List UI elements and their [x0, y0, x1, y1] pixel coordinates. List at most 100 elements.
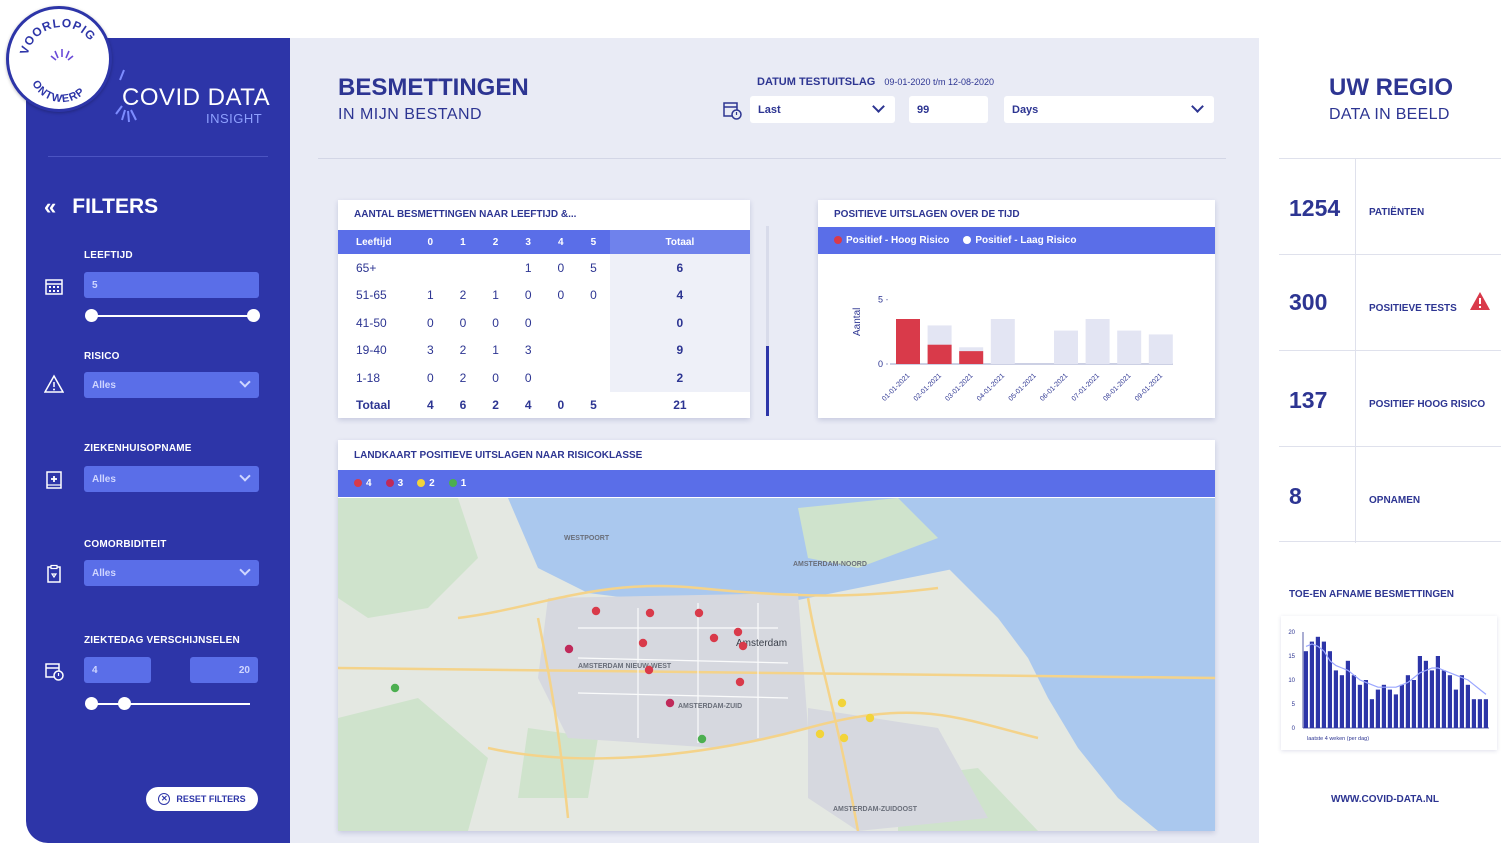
map-place-label: WESTPOORT — [564, 535, 610, 542]
map-legend: 4 3 2 1 — [338, 470, 1215, 497]
x-tick-label: 08-01-2021 — [1102, 372, 1132, 402]
map-risk-marker[interactable] — [644, 665, 654, 675]
legend-dot-icon — [354, 479, 362, 488]
y-tick-label: 5 — [878, 295, 883, 305]
ziektedag-min-input[interactable]: 4 — [84, 657, 151, 683]
trend-bar — [1471, 699, 1476, 728]
map-risk-marker[interactable] — [865, 713, 875, 723]
trend-bar — [1477, 699, 1482, 728]
table-cell: 0 — [426, 315, 434, 330]
map-legend-label: 1 — [460, 478, 467, 489]
table-cell: 0 — [557, 288, 565, 303]
trend-line — [1305, 643, 1487, 695]
map-place-label: AMSTERDAM-ZUIDOOST — [833, 806, 918, 813]
positive-results-chart: Aantal 0 5 01-01-2021 02-01-2021 03-01-2021 04… — [852, 295, 1173, 403]
map-risk-marker[interactable] — [591, 606, 601, 616]
table-cell: 2 — [492, 398, 499, 413]
amsterdam-map[interactable]: WESTPOORT AMSTERDAM-NOORD AMSTERDAM NIEU… — [338, 498, 1215, 831]
ziektedag-slider-max-handle[interactable] — [118, 697, 131, 710]
sidebar-divider — [48, 156, 268, 157]
table-header-cell[interactable]: 2 — [479, 230, 512, 254]
map-risk-marker[interactable] — [390, 683, 400, 693]
map-risk-marker[interactable] — [709, 633, 719, 643]
map-legend-label: 4 — [366, 478, 372, 489]
ziektedag-slider-track[interactable] — [90, 703, 250, 705]
y-axis-label: Aantal — [852, 308, 863, 336]
map-legend-item: 4 — [354, 478, 372, 489]
trend-bar — [1411, 680, 1416, 728]
ziektedag-max-input[interactable]: 20 — [190, 657, 258, 683]
double-chevron-left-icon[interactable]: « — [44, 194, 56, 220]
risico-select[interactable]: Alles — [84, 372, 259, 398]
table-cell: 65+ — [356, 260, 377, 275]
table-header-cell[interactable]: 1 — [446, 230, 480, 254]
leeftijd-slider-min-handle[interactable] — [85, 309, 98, 322]
trend-bar — [1339, 675, 1344, 728]
hospital-icon — [46, 471, 62, 489]
table-cell: 0 — [459, 315, 467, 330]
clipboard-icon — [47, 564, 61, 583]
x-tick-label: 01-01-2021 — [881, 372, 911, 402]
table-scrollbar[interactable] — [766, 226, 769, 416]
region-panel: UW REGIO DATA IN BEELD 1254 PATIËNTEN 30… — [1259, 38, 1512, 843]
stat-label: POSITIEVE TESTS — [1369, 303, 1457, 314]
map-title: LANDKAART POSITIEVE UITSLAGEN NAAR RISIC… — [354, 450, 643, 461]
ziekenhuisopname-select[interactable]: Alles — [84, 466, 259, 492]
leeftijd-slider-max-handle[interactable] — [247, 309, 260, 322]
map-risk-marker[interactable] — [564, 644, 574, 654]
brand-name: COVID DATA — [122, 84, 271, 111]
map-risk-marker[interactable] — [694, 608, 704, 618]
draft-badge: VOORLOPIG ONTWERP — [6, 6, 112, 112]
map-legend-label: 3 — [397, 478, 404, 489]
period-unit-value: Days — [1012, 104, 1039, 116]
table-cell: 51-65 — [356, 288, 387, 303]
x-tick-label: 09-01-2021 — [1134, 372, 1164, 402]
legend-hoog-label: Positief - Hoog Risico — [846, 235, 950, 246]
leeftijd-slider-track[interactable] — [90, 315, 254, 317]
map-risk-marker[interactable] — [837, 698, 847, 708]
table-header-cell[interactable]: 5 — [577, 230, 610, 254]
x-tick-label: 06-01-2021 — [1039, 372, 1069, 402]
trend-bar — [1363, 680, 1368, 728]
period-value-input[interactable]: 99 — [909, 96, 988, 123]
bar-hoog-risico — [959, 351, 984, 364]
reset-filters-button[interactable]: ✕ RESET FILTERS — [146, 787, 258, 811]
map-risk-marker[interactable] — [645, 608, 655, 618]
trend-chart: 0 5 10 15 20 laatste 4 weken (per dag) — [1288, 630, 1489, 742]
table-scrollbar-thumb[interactable] — [766, 346, 769, 416]
chevron-down-icon — [872, 100, 885, 113]
table-cell: 1 — [524, 260, 532, 275]
map-risk-marker[interactable] — [665, 698, 675, 708]
map-risk-marker[interactable] — [738, 641, 748, 651]
table-cell — [577, 337, 610, 365]
map-risk-marker[interactable] — [815, 729, 825, 739]
calendar-clock-icon — [45, 663, 64, 681]
table-cell: 4 — [524, 398, 532, 413]
period-unit-select[interactable]: Days — [1004, 96, 1214, 123]
legend-dot-icon — [448, 479, 457, 488]
table-header-cell[interactable]: 3 — [511, 230, 545, 254]
leeftijd-input[interactable]: 5 — [84, 272, 259, 298]
filter-sidebar: COVID DATA INSIGHT « FILTERS LEEFTIJD 5 … — [26, 38, 290, 843]
table-header-cell[interactable]: 4 — [544, 230, 578, 254]
table-header-cell[interactable]: Totaal — [609, 230, 750, 254]
map-place-label: AMSTERDAM-ZUID — [678, 703, 742, 710]
map-legend-item: 1 — [448, 478, 467, 489]
website-link[interactable]: WWW.COVID-DATA.NL — [1331, 794, 1439, 805]
map-risk-marker[interactable] — [733, 627, 743, 637]
trend-bar — [1351, 675, 1356, 728]
table-header-cell[interactable]: 0 — [414, 230, 447, 254]
trend-bar — [1459, 675, 1464, 728]
map-risk-marker[interactable] — [839, 733, 849, 743]
stat-value: 137 — [1289, 387, 1328, 413]
table-header-cell[interactable]: Leeftijd — [338, 230, 414, 254]
ziektedag-label: ZIEKTEDAG VERSCHIJNSELEN — [84, 635, 240, 646]
period-mode-select[interactable]: Last — [750, 96, 895, 123]
stat-positieve-tests: 300 POSITIEVE TESTS — [1279, 254, 1501, 351]
trend-bar — [1483, 699, 1488, 728]
map-risk-marker[interactable] — [697, 734, 707, 744]
ziektedag-slider-min-handle[interactable] — [85, 697, 98, 710]
comorbiditeit-select[interactable]: Alles — [84, 560, 259, 586]
map-risk-marker[interactable] — [735, 677, 745, 687]
map-risk-marker[interactable] — [638, 638, 648, 648]
